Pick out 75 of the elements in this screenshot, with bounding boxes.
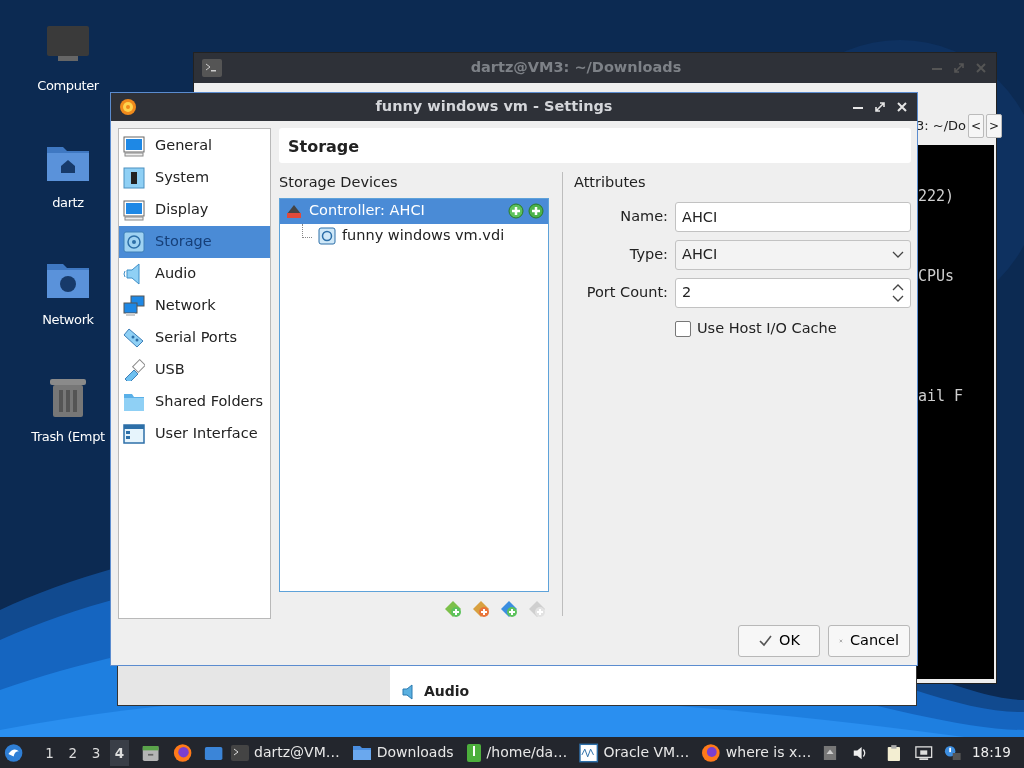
desktop-icon-label[interactable]: Network (42, 310, 94, 330)
section-item[interactable]: Serial Ports (119, 322, 270, 354)
taskbar-task[interactable]: dartz@VM… (227, 738, 344, 767)
desktop-icon-label[interactable]: dartz (52, 193, 84, 213)
field-label: Name: (619, 206, 668, 226)
workspace-button[interactable]: 3 (86, 739, 106, 766)
window-icon (123, 423, 145, 445)
group-label: Attributes (574, 174, 646, 190)
window-title: funny windows vm - Settings (374, 97, 614, 117)
page-title: Storage (279, 128, 911, 163)
checkbox[interactable] (675, 320, 691, 337)
field-label: Port Count: (585, 282, 668, 302)
section-title: Audio (424, 682, 470, 701)
terminal-text: CPUs (918, 266, 955, 287)
taskbar-task[interactable]: Oracle VM… (575, 738, 694, 767)
scroll-button[interactable]: < (968, 114, 985, 138)
check-icon (758, 634, 773, 648)
section-item[interactable]: USB (119, 354, 270, 386)
terminal-text: ail F (918, 386, 964, 407)
chevron-down-icon (892, 250, 904, 259)
monitor-icon (123, 135, 145, 157)
desktop-icon-label[interactable]: Trash (Empt (31, 427, 105, 447)
eject-icon[interactable] (823, 743, 838, 762)
clipboard-icon[interactable] (886, 742, 903, 763)
gear-icon (119, 98, 137, 116)
workspace-button[interactable]: 2 (63, 739, 83, 766)
section-item[interactable]: Audio (119, 258, 270, 290)
browser-icon[interactable] (173, 741, 193, 764)
scroll-button[interactable]: > (986, 114, 1003, 138)
name-field[interactable]: AHCI (675, 201, 911, 232)
group-label: Storage Devices (279, 173, 399, 192)
connector-icon (123, 327, 145, 349)
checkbox-label: Use Host I/O Cache (697, 318, 837, 338)
taskbar-task[interactable]: /home/da… (461, 738, 572, 767)
start-menu-icon[interactable] (4, 741, 24, 764)
terminal-icon (231, 744, 249, 761)
workspace-button[interactable]: 4 (109, 739, 129, 766)
section-item[interactable]: User Interface (119, 418, 270, 450)
section-item[interactable]: Display (119, 194, 270, 226)
type-dropdown[interactable]: AHCI (675, 239, 911, 270)
workspace-button[interactable]: 1 (40, 739, 60, 766)
section-item[interactable]: Shared Folders (119, 386, 270, 418)
monitor-icon (123, 199, 145, 221)
desktop-icon-label[interactable]: Computer (37, 76, 99, 96)
section-item[interactable]: Network (119, 290, 270, 322)
chip-icon (123, 167, 145, 189)
section-item[interactable]: System (119, 162, 270, 194)
spin-arrows-icon[interactable] (892, 283, 904, 302)
close-icon[interactable] (895, 100, 909, 114)
network-icon (123, 295, 145, 317)
network-icon[interactable] (915, 743, 933, 762)
browser-icon (701, 742, 721, 763)
terminal-icon (202, 59, 222, 77)
tree-item[interactable]: Controller: AHCI (280, 198, 548, 224)
cancel-button[interactable]: Cancel (828, 625, 910, 657)
add-icon[interactable] (508, 203, 524, 220)
section-item[interactable]: General (119, 130, 270, 162)
monitor-icon (579, 742, 599, 763)
ok-button[interactable]: OK (738, 625, 820, 657)
field-label: Type: (628, 244, 668, 264)
folder-icon (123, 391, 145, 413)
clock[interactable]: 18:19 (971, 742, 1011, 763)
taskbar-task[interactable]: Downloads (347, 738, 458, 767)
maximize-icon[interactable] (873, 100, 887, 114)
usb-plug-icon (123, 359, 145, 381)
window-title: dartz@VM3: ~/Downloads (469, 58, 683, 78)
add-icon[interactable] (528, 203, 544, 220)
folder-icon (351, 744, 372, 761)
terminal-text: 222) (918, 186, 955, 207)
remove-controller-icon[interactable] (472, 599, 490, 618)
notification-icon[interactable] (944, 743, 962, 762)
tree-item[interactable]: funny windows vm.vdi (280, 223, 548, 249)
archive-icon (465, 742, 482, 763)
port-count-spinbox[interactable]: 2 (675, 277, 911, 308)
taskbar-task[interactable]: where is x… (697, 738, 816, 767)
